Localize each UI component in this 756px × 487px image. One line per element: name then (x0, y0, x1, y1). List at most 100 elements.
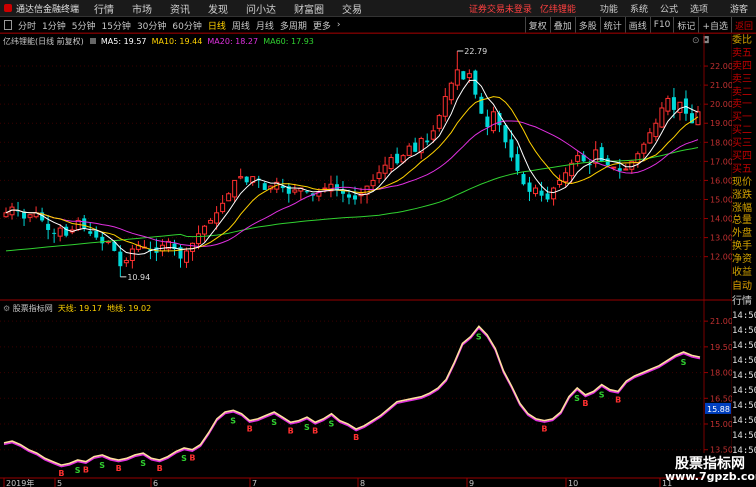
candle-body-up (647, 132, 653, 144)
x-tick-label: 8 (360, 479, 365, 487)
candle-body-down (244, 176, 249, 183)
candle-body-up (659, 107, 665, 128)
x-tick-label: 7 (252, 479, 257, 487)
candle-body-up (653, 122, 659, 138)
candle-body-up (454, 69, 460, 86)
indicator-tick-label: 16.50 (710, 394, 733, 403)
quote-label: 买四 (732, 151, 752, 163)
x-tick-label: 6 (153, 479, 158, 487)
low-marker-label: 10.94 (127, 273, 150, 282)
candle-body-up (220, 202, 226, 213)
tick-time: 14:50 (732, 310, 756, 321)
sell-signal-icon: S (230, 416, 236, 425)
quote-label: 卖三 (732, 73, 752, 85)
candle-body-down (52, 232, 57, 234)
tick-time: 14:50 (732, 400, 756, 411)
candle-body-down (395, 153, 400, 164)
candle-body-up (677, 101, 683, 113)
candle-body-up (641, 143, 647, 154)
candle-body-up (563, 172, 569, 183)
candle-body-down (82, 218, 87, 229)
quote-label: 买一 (732, 112, 752, 124)
quote-label: 买三 (732, 138, 752, 150)
x-tick-label: 10 (568, 479, 578, 487)
candle-body-up (226, 193, 232, 202)
buy-signal-icon: B (58, 469, 64, 478)
buy-signal-icon: B (116, 464, 122, 473)
candle-body-up (184, 250, 190, 263)
buy-signal-icon: B (615, 395, 621, 404)
stock-chart[interactable]: 22.00 21.00 20.00 19.00 18.00 17.00 16.00 15.00… (0, 0, 756, 487)
candle-body-up (635, 153, 641, 164)
quote-label: 委比 (732, 35, 752, 46)
candle-body-down (425, 140, 430, 143)
candle-body-down (503, 125, 508, 143)
candle-body-up (208, 219, 214, 224)
price-tick-label: 20.00 (710, 100, 733, 109)
x-tick-label: 5 (57, 479, 62, 487)
tick-time: 14:50 (732, 370, 756, 381)
indicator-tick-label: 15.00 (710, 420, 733, 429)
quote-label: 净资 (732, 254, 752, 266)
buy-signal-icon: B (288, 426, 294, 435)
candle-body-up (129, 248, 135, 262)
watermark-url: www.7gpzb.com (665, 470, 756, 483)
candle-body-up (611, 166, 617, 169)
candle-body-up (406, 145, 412, 156)
candle-body-up (376, 172, 382, 180)
sell-signal-icon: S (75, 466, 81, 475)
candle-body-up (665, 97, 671, 112)
candle-body-down (413, 142, 418, 152)
ma5-line (5, 79, 699, 255)
candle-body-up (370, 179, 376, 187)
tick-time: 14:50 (732, 415, 756, 426)
sell-signal-icon: S (329, 420, 335, 429)
sell-signal-icon: S (271, 418, 277, 427)
quotes-tab[interactable]: 行情 (732, 294, 756, 309)
x-tick-label: 9 (469, 479, 474, 487)
candle-body-up (292, 189, 298, 193)
candle-body-down (473, 70, 478, 95)
tick-time: 14:50 (732, 325, 756, 336)
quote-label: 现价 (732, 176, 752, 188)
auto-toggle[interactable]: 自动 (732, 279, 756, 294)
candle-body-up (436, 115, 442, 129)
quote-label: 卖一 (732, 99, 752, 111)
tick-time: 14:50 (732, 385, 756, 396)
candle-body-up (442, 96, 448, 117)
sell-signal-icon: S (574, 394, 580, 403)
tick-time: 14:50 (732, 430, 756, 441)
candle-body-down (304, 191, 309, 193)
candle-body-up (322, 187, 328, 190)
tick-time: 14:50 (732, 340, 756, 351)
sell-signal-icon: S (140, 459, 146, 468)
candle-body-down (545, 193, 550, 200)
candle-body-down (485, 116, 490, 128)
candle-body-down (671, 97, 676, 110)
candle-body-up (551, 187, 557, 200)
price-tick-label: 12.00 (710, 253, 733, 262)
indicator-tick-label: 19.50 (710, 343, 733, 352)
candle-body-down (46, 223, 51, 230)
candle-body-up (382, 164, 388, 174)
price-tick-label: 15.00 (710, 195, 733, 204)
candle-body-up (466, 73, 472, 79)
quote-label: 卖五 (732, 47, 752, 59)
candle-body-up (27, 214, 33, 218)
candle-body-up (533, 187, 539, 195)
quote-panel: 委比 卖五 卖四 卖三 卖二 卖一 买一 买二 买三 买四 买五 现价 涨跌 涨幅 总量 外盘 换手 净资 收益 自动… (732, 34, 756, 487)
buy-signal-icon: B (83, 466, 89, 475)
quote-label: 卖二 (732, 86, 752, 98)
indicator-tick-label: 18.00 (710, 369, 733, 378)
buy-signal-icon: B (582, 399, 588, 408)
quote-label: 收益 (732, 267, 752, 279)
candle-body-down (521, 174, 526, 185)
buy-signal-icon: B (312, 426, 318, 435)
candle-body-up (190, 242, 196, 252)
current-value-label: 15.88 (707, 405, 730, 414)
candle-body-down (539, 190, 544, 196)
candle-body-down (346, 194, 351, 198)
buy-signal-icon: B (541, 425, 547, 434)
quote-label: 换手 (732, 241, 752, 253)
dixian-line (3, 326, 701, 468)
